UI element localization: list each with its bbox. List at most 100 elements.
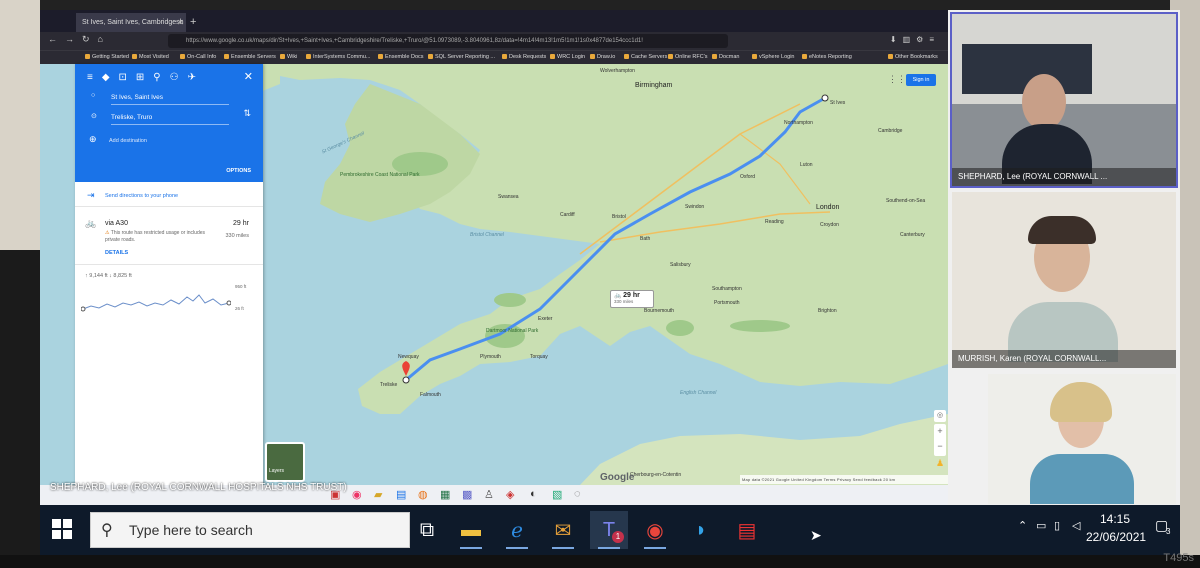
app-icon[interactable]: ◐ (530, 488, 537, 500)
origin-dot-icon: ○ (91, 92, 96, 99)
taskbar-search-box[interactable]: ⚲ Type here to search (90, 512, 410, 548)
new-tab-icon[interactable]: + (190, 13, 196, 32)
app-icon[interactable]: ◌ (574, 488, 581, 500)
bookmark-item[interactable]: Getting Started (85, 51, 129, 64)
layers-button[interactable] (265, 442, 305, 482)
folder-icon (888, 54, 893, 60)
warning-icon: ⚠ (105, 230, 110, 236)
windows-start-icon[interactable] (52, 519, 72, 539)
close-icon[interactable]: ✕ (244, 70, 253, 83)
excel-icon[interactable]: ▦ (440, 488, 450, 501)
app-icon[interactable]: ◉ (352, 488, 362, 501)
video-tile-shephard[interactable]: SHEPHARD, Lee (ROYAL CORNWALL ... (950, 12, 1178, 188)
file-explorer-icon[interactable]: ▬ (452, 511, 490, 549)
elevation-low: 26 ft (235, 306, 244, 311)
video-tile-third[interactable] (988, 374, 1176, 504)
send-to-phone-link[interactable]: Send directions to your phone (105, 193, 178, 199)
internet-explorer-icon[interactable]: ℯ (498, 511, 536, 549)
bookmark-item[interactable]: On-Call Info (180, 51, 216, 64)
bookmark-item[interactable]: InterSystems Commu... (306, 51, 370, 64)
bookmark-item[interactable]: eNotes Reporting (802, 51, 852, 64)
bookmark-item[interactable]: Docman (712, 51, 739, 64)
route-info-card[interactable]: 🚲 29 hr 330 miles (610, 290, 654, 308)
exmoor-park (494, 293, 526, 307)
compass-icon[interactable]: ◎ (934, 410, 946, 422)
folder-icon (752, 54, 757, 60)
network-icon[interactable]: ▯ (1054, 519, 1060, 532)
folder-icon (280, 54, 285, 60)
participant-hair (1028, 216, 1096, 244)
bookmark-item[interactable]: Ensemble Servers (224, 51, 276, 64)
destination-marker (402, 376, 410, 384)
laptop-screen: St Ives, Saint Ives, Cambridgesh ✕ + ←→↻… (40, 10, 1180, 555)
apps-grid-icon[interactable]: ⋮⋮ (888, 74, 906, 85)
bookmark-item[interactable]: SQL Server Reporting ... (428, 51, 495, 64)
firefox-icon[interactable]: ◍ (418, 488, 428, 501)
bookmark-item[interactable]: Online RFC's (668, 51, 708, 64)
clock-time[interactable]: 14:15 (1100, 512, 1130, 526)
folder-icon (668, 54, 673, 60)
map-label-southend: Southend-on-Sea (886, 198, 926, 204)
bookmark-item[interactable]: Desk Requests (502, 51, 546, 64)
destination-input[interactable]: Treliske, Truro (111, 112, 229, 125)
map-label-dartmoor: Dartmoor National Park (486, 328, 539, 334)
swap-icon[interactable]: ⇅ (243, 108, 251, 119)
folder-icon (550, 54, 555, 60)
volume-icon[interactable]: ◁ (1072, 519, 1080, 532)
folder-icon (180, 54, 185, 60)
teams-icon[interactable]: ▩ (462, 488, 472, 501)
route-name[interactable]: via A30 (105, 220, 128, 227)
video-panel: SHEPHARD, Lee (ROYAL CORNWALL ... MURRIS… (948, 10, 1180, 555)
options-button[interactable]: OPTIONS (226, 168, 251, 174)
browser-toolbar-icons[interactable]: ⬇▥⚙≡ (890, 35, 940, 44)
url-bar[interactable]: https://www.google.co.uk/maps/dir/St+Ive… (168, 34, 728, 48)
app-icon[interactable]: ♙ (484, 488, 494, 501)
travel-mode-icons[interactable]: ≡◆⊡⊞⚲⚇✈ (87, 72, 205, 83)
origin-input[interactable]: St Ives, Saint Ives (111, 92, 229, 105)
bookmark-item[interactable]: Most Visited (132, 51, 169, 64)
map-label-cardiff: Cardiff (560, 212, 575, 218)
map-label-bristol-channel: Bristol Channel (470, 232, 504, 238)
map-label-southampton: Southampton (712, 286, 742, 292)
close-tab-icon[interactable]: ✕ (177, 13, 184, 32)
participant-name: SHEPHARD, Lee (ROYAL CORNWALL ... (952, 168, 1176, 186)
details-link[interactable]: DETAILS (105, 250, 128, 256)
chevron-up-icon[interactable]: ⌃ (1018, 519, 1027, 532)
map-label-st-ives: St Ives (830, 100, 846, 106)
map-label-croydon: Croydon (820, 222, 839, 228)
browser-nav-bar: ←→↻⌂ 🔒 https://www.google.co.uk/maps/dir… (40, 32, 948, 50)
bookmark-item[interactable]: Cache Servers (624, 51, 667, 64)
app-icon[interactable]: ▧ (552, 488, 562, 501)
zoom-control[interactable]: + − (934, 424, 946, 456)
chrome-icon[interactable]: ◉ (636, 511, 674, 549)
sign-in-button[interactable]: Sign in (906, 74, 936, 86)
map-label-exeter: Exeter (538, 316, 553, 322)
folder-icon (590, 54, 595, 60)
browser-tab-bar: St Ives, Saint Ives, Cambridgesh ✕ + (40, 10, 948, 32)
street-view-pegman-icon[interactable]: ♟ (936, 458, 944, 469)
add-icon[interactable]: ⊕ (89, 134, 97, 145)
bookmark-item[interactable]: WRC Login (550, 51, 585, 64)
bookmark-item[interactable]: Draw.io (590, 51, 615, 64)
browser-tab[interactable]: St Ives, Saint Ives, Cambridgesh (76, 13, 186, 32)
app-icon[interactable]: ▤ (396, 488, 406, 501)
add-destination-link[interactable]: Add destination (109, 138, 147, 144)
task-view-icon[interactable]: ⧉ (408, 511, 446, 549)
bookmark-item[interactable]: Wiki (280, 51, 297, 64)
battery-icon[interactable]: ▭ (1036, 519, 1046, 532)
teams-icon[interactable]: T1 (590, 511, 628, 549)
app-icon[interactable]: ◈ (506, 488, 514, 501)
bookmark-item[interactable]: vSphere Login (752, 51, 794, 64)
video-tile-murrish[interactable]: MURRISH, Karen (ROYAL CORNWALL... (952, 192, 1176, 368)
pdf-icon[interactable]: ▤ (728, 511, 766, 549)
map-label-portsmouth: Portsmouth (714, 300, 740, 306)
folder-icon[interactable]: ▰ (374, 488, 382, 501)
nav-buttons[interactable]: ←→↻⌂ (48, 34, 111, 45)
outlook-icon[interactable]: ✉ (544, 511, 582, 549)
clock-date[interactable]: 22/06/2021 (1086, 530, 1146, 544)
bookmark-item[interactable]: Ensemble Docs (378, 51, 424, 64)
route-warning: ⚠ This route has restricted usage or inc… (105, 230, 206, 243)
divider (75, 206, 263, 207)
edge-icon[interactable]: ◗ (682, 511, 720, 549)
bookmark-item[interactable]: Other Bookmarks (888, 51, 938, 64)
